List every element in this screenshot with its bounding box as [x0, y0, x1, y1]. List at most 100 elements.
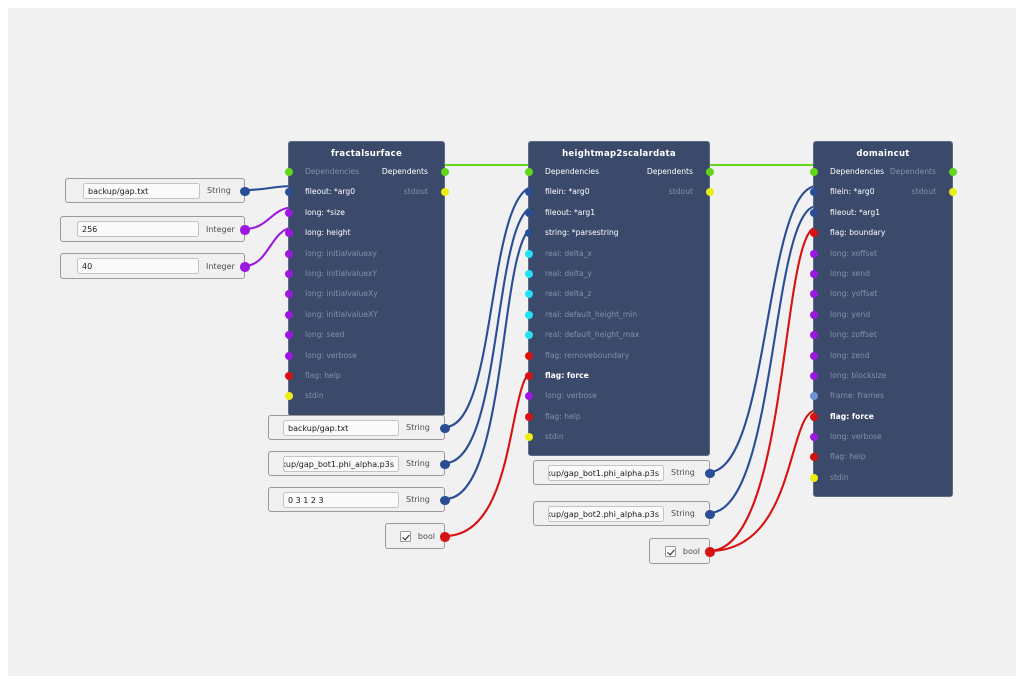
param-port[interactable] — [524, 331, 533, 340]
param-port[interactable] — [524, 249, 533, 258]
widget-string-input[interactable]: backup/gap.txt String — [268, 415, 450, 440]
widget-string-input[interactable]: backup/gap_bot1.phi_alpha.p3s String — [268, 451, 450, 476]
param-port[interactable] — [524, 351, 533, 360]
param-port[interactable] — [284, 310, 293, 319]
widget-string-input[interactable]: backup/gap_bot1.phi_alpha.p3s String — [533, 460, 715, 485]
widget-output-port[interactable] — [240, 262, 250, 272]
widget-output-port[interactable] — [240, 225, 250, 235]
filein-port[interactable] — [809, 188, 818, 197]
dependencies-port[interactable] — [524, 168, 533, 176]
param-label: long: verbose — [545, 391, 597, 401]
param-port[interactable] — [809, 433, 818, 442]
param-label: flag: boundary — [830, 228, 886, 238]
param-port[interactable] — [809, 290, 818, 299]
stdin-port[interactable] — [809, 473, 818, 482]
text-field[interactable]: backup/gap_bot1.phi_alpha.p3s — [548, 464, 664, 481]
param-port[interactable] — [809, 208, 818, 217]
checkbox[interactable] — [399, 530, 411, 542]
node-param-row: long: initialvalueXY — [284, 305, 444, 325]
param-port[interactable] — [284, 208, 293, 217]
param-port[interactable] — [809, 392, 818, 401]
param-port[interactable] — [284, 229, 293, 238]
param-label: long: verbose — [830, 432, 882, 442]
dependencies-port[interactable] — [809, 168, 818, 176]
param-port[interactable] — [809, 331, 818, 340]
filein-port[interactable] — [524, 188, 533, 197]
widget-output-port[interactable] — [240, 186, 250, 196]
node-param-row: long: yoffset — [809, 284, 952, 304]
widget-bool-input[interactable]: bool — [649, 538, 715, 564]
param-port[interactable] — [284, 351, 293, 360]
param-port[interactable] — [809, 229, 818, 238]
param-port[interactable] — [809, 249, 818, 258]
text-field[interactable]: backup/gap.txt — [83, 182, 200, 199]
dependents-label: Dependents — [381, 167, 428, 176]
widget-integer-input[interactable]: 256 Integer — [60, 216, 250, 242]
param-port[interactable] — [809, 453, 818, 462]
param-label: string: *parsestring — [545, 228, 619, 238]
param-port[interactable] — [284, 249, 293, 258]
param-port[interactable] — [809, 412, 818, 421]
widget-type-label: String — [671, 509, 695, 518]
dependencies-label: Dependencies — [830, 167, 885, 176]
param-port[interactable] — [809, 371, 818, 380]
param-port[interactable] — [284, 331, 293, 340]
node-heightmap2scalardata[interactable]: heightmap2scalardata Dependencies Depend… — [524, 141, 714, 457]
stdin-port[interactable] — [284, 392, 293, 401]
text-field[interactable]: backup/gap.txt — [283, 419, 399, 436]
widget-output-port[interactable] — [440, 495, 450, 505]
widget-output-port[interactable] — [440, 532, 450, 542]
number-field[interactable]: 40 — [77, 258, 199, 274]
stdout-port[interactable] — [440, 188, 449, 197]
param-port[interactable] — [284, 290, 293, 299]
param-label: flag: help — [305, 370, 341, 380]
node-param-row: real: delta_y — [524, 264, 709, 284]
stdout-port[interactable] — [948, 188, 957, 197]
param-port[interactable] — [524, 412, 533, 421]
dependencies-port[interactable] — [284, 168, 293, 176]
dependents-port[interactable] — [440, 168, 449, 176]
widget-type-label: String — [406, 495, 430, 504]
widget-bool-input[interactable]: bool — [385, 523, 450, 549]
stdin-port[interactable] — [524, 433, 533, 442]
param-port[interactable] — [524, 269, 533, 278]
node-graph-canvas[interactable]: fractalsurface Dependencies Dependents f… — [8, 8, 1016, 676]
param-port[interactable] — [524, 392, 533, 401]
node-param-row: long: zend — [809, 346, 952, 366]
widget-output-port[interactable] — [705, 509, 715, 519]
node-fractalsurface[interactable]: fractalsurface Dependencies Dependents f… — [284, 141, 449, 416]
text-field[interactable]: backup/gap_bot2.phi_alpha.p3s — [548, 505, 664, 522]
number-field[interactable]: 256 — [77, 221, 199, 237]
widget-output-port[interactable] — [705, 547, 715, 557]
param-port[interactable] — [809, 310, 818, 319]
dependents-label: Dependents — [889, 167, 936, 176]
param-label: long: initialvalueXy — [305, 289, 378, 299]
dependents-port[interactable] — [948, 168, 957, 176]
widget-output-port[interactable] — [440, 459, 450, 469]
param-label: long: height — [305, 228, 351, 238]
param-port[interactable] — [809, 351, 818, 360]
widget-integer-input[interactable]: 40 Integer — [60, 253, 250, 279]
dependents-port[interactable] — [705, 168, 714, 176]
checkbox[interactable] — [664, 545, 676, 557]
param-port[interactable] — [524, 208, 533, 217]
widget-string-input[interactable]: backup/gap.txt String — [65, 178, 250, 203]
text-field[interactable]: backup/gap_bot1.phi_alpha.p3s — [283, 455, 399, 472]
widget-output-port[interactable] — [440, 423, 450, 433]
param-port[interactable] — [524, 229, 533, 238]
param-port[interactable] — [809, 269, 818, 278]
node-param-row: flag: force — [809, 407, 952, 427]
widget-string-input[interactable]: 0 3 1 2 3 String — [268, 487, 450, 512]
node-domaincut[interactable]: domaincut Dependencies Dependents filein… — [809, 141, 957, 498]
filein-port[interactable] — [284, 188, 293, 197]
stdout-port[interactable] — [705, 188, 714, 197]
param-port[interactable] — [524, 290, 533, 299]
widget-output-port[interactable] — [705, 468, 715, 478]
param-port[interactable] — [524, 310, 533, 319]
param-port[interactable] — [524, 371, 533, 380]
text-field[interactable]: 0 3 1 2 3 — [283, 491, 399, 508]
widget-string-input[interactable]: backup/gap_bot2.phi_alpha.p3s String — [533, 501, 715, 526]
node-stdout-row: fileout: *arg0 stdout — [284, 182, 449, 202]
param-port[interactable] — [284, 269, 293, 278]
param-port[interactable] — [284, 371, 293, 380]
